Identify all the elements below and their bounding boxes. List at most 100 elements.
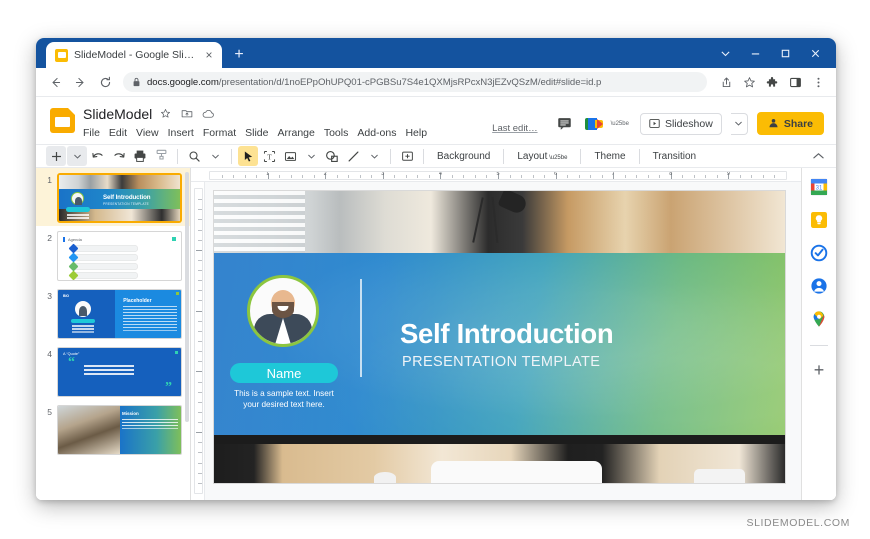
filmstrip-slide-2[interactable]: 2 Agenda bbox=[36, 226, 190, 284]
forward-icon[interactable] bbox=[69, 71, 91, 93]
cloud-saved-icon[interactable] bbox=[202, 109, 215, 119]
comment-icon[interactable] bbox=[555, 114, 575, 134]
extensions-icon[interactable] bbox=[762, 72, 782, 92]
line-caret-icon[interactable] bbox=[364, 146, 384, 166]
minimize-icon[interactable] bbox=[740, 40, 770, 66]
page-title[interactable]: SlideModel bbox=[83, 106, 152, 122]
filmstrip-slide-4[interactable]: 4 A “Quote” “ ” bbox=[36, 342, 190, 400]
browser-toolbar: docs.google.com/presentation/d/1noEPpOhU… bbox=[36, 68, 836, 97]
line-icon[interactable] bbox=[343, 146, 363, 166]
thumb-agenda-row bbox=[74, 263, 138, 270]
more-menu-icon[interactable] bbox=[808, 72, 828, 92]
maps-icon[interactable] bbox=[810, 310, 828, 328]
print-icon[interactable] bbox=[130, 146, 150, 166]
slide-body-text[interactable]: This is a sample text. Insert your desir… bbox=[228, 389, 340, 410]
insert-image-caret-icon[interactable] bbox=[301, 146, 321, 166]
meet-button[interactable]: \u25be bbox=[584, 113, 631, 135]
slideshow-options-caret-icon[interactable] bbox=[731, 113, 748, 135]
filmstrip-slide-1[interactable]: 1 Self Introduction PRESENTATION TEMPLAT… bbox=[36, 168, 190, 226]
ruler-minor-tick bbox=[198, 209, 202, 210]
menu-format[interactable]: Format bbox=[203, 127, 236, 139]
share-button[interactable]: Share bbox=[757, 112, 824, 135]
menu-add-ons[interactable]: Add-ons bbox=[357, 127, 396, 139]
menu-tools[interactable]: Tools bbox=[324, 127, 349, 139]
slides-toolbar: T bbox=[36, 144, 836, 168]
tasks-icon[interactable] bbox=[810, 244, 828, 262]
ruler-minor-tick bbox=[198, 483, 202, 484]
collapse-toolbar-icon[interactable] bbox=[813, 152, 826, 160]
maximize-icon[interactable] bbox=[770, 40, 800, 66]
close-icon[interactable]: × bbox=[202, 48, 216, 62]
horizontal-ruler[interactable]: 123456789 bbox=[191, 168, 801, 182]
redo-icon[interactable] bbox=[109, 146, 129, 166]
side-panel-icon[interactable] bbox=[785, 72, 805, 92]
menu-edit[interactable]: Edit bbox=[109, 127, 127, 139]
ruler-minor-tick bbox=[222, 175, 223, 178]
chevron-down-icon[interactable]: \u25be bbox=[609, 121, 631, 127]
share-icon[interactable] bbox=[716, 72, 736, 92]
filmstrip-slide-3[interactable]: 3 BIO Placeholder bbox=[36, 284, 190, 342]
calendar-icon[interactable]: 31 bbox=[810, 178, 828, 196]
slide-number: 3 bbox=[40, 289, 52, 301]
menu-file[interactable]: File bbox=[83, 127, 100, 139]
last-edit-label[interactable]: Last edit… bbox=[492, 123, 537, 134]
text-box-icon[interactable]: T bbox=[259, 146, 279, 166]
keep-icon[interactable] bbox=[810, 211, 828, 229]
undo-icon[interactable] bbox=[88, 146, 108, 166]
slide-thumbnail[interactable]: BIO Placeholder bbox=[57, 289, 182, 339]
active-slide[interactable]: Name This is a sample text. Insert your … bbox=[213, 190, 786, 484]
paint-format-icon[interactable] bbox=[151, 146, 171, 166]
star-icon[interactable] bbox=[160, 108, 173, 119]
slide-title[interactable]: Self Introduction bbox=[400, 318, 613, 350]
thumb-corner-square bbox=[172, 237, 176, 241]
browser-tab[interactable]: SlideModel - Google Slides × bbox=[46, 42, 222, 68]
menu-arrange[interactable]: Arrange bbox=[277, 127, 314, 139]
tab-title: SlideModel - Google Slides bbox=[74, 49, 196, 61]
menu-view[interactable]: View bbox=[136, 127, 159, 139]
insert-image-icon[interactable] bbox=[280, 146, 300, 166]
address-bar[interactable]: docs.google.com/presentation/d/1noEPpOhU… bbox=[123, 72, 707, 92]
contacts-icon[interactable] bbox=[810, 277, 828, 295]
new-slide-button[interactable] bbox=[46, 146, 66, 166]
reload-icon[interactable] bbox=[94, 71, 116, 93]
desk-lamp-arm bbox=[472, 197, 484, 242]
filmstrip-scrollbar[interactable] bbox=[185, 172, 189, 422]
slide-thumbnail[interactable]: A “Quote” “ ” bbox=[57, 347, 182, 397]
background-button[interactable]: Background bbox=[430, 151, 497, 162]
new-slide-caret-icon[interactable] bbox=[67, 146, 87, 166]
add-comment-icon[interactable] bbox=[397, 146, 417, 166]
slide-subtitle[interactable]: PRESENTATION TEMPLATE bbox=[402, 354, 600, 370]
slide-filmstrip[interactable]: 1 Self Introduction PRESENTATION TEMPLAT… bbox=[36, 168, 191, 500]
toolbar-divider bbox=[639, 149, 640, 164]
cursor-select-icon[interactable] bbox=[238, 146, 258, 166]
name-pill[interactable]: Name bbox=[230, 363, 338, 383]
desk-surface bbox=[214, 435, 785, 444]
new-tab-button[interactable]: + bbox=[231, 47, 247, 63]
zoom-caret-icon[interactable] bbox=[205, 146, 225, 166]
slide-thumbnail[interactable]: Mission bbox=[57, 405, 182, 455]
slide-thumbnail[interactable]: Agenda bbox=[57, 231, 182, 281]
vertical-ruler[interactable] bbox=[191, 182, 205, 500]
thumb-agenda-row bbox=[74, 254, 138, 261]
bookmark-star-icon[interactable] bbox=[739, 72, 759, 92]
title-row: SlideModel bbox=[83, 104, 427, 123]
theme-button[interactable]: Theme bbox=[587, 151, 632, 162]
back-icon[interactable] bbox=[44, 71, 66, 93]
filmstrip-slide-5[interactable]: 5 Mission bbox=[36, 400, 190, 458]
menu-help[interactable]: Help bbox=[405, 127, 427, 139]
slideshow-button[interactable]: Slideshow bbox=[640, 113, 722, 135]
close-window-icon[interactable] bbox=[800, 40, 830, 66]
tab-search-chevron-down-icon[interactable] bbox=[710, 40, 740, 66]
zoom-icon[interactable] bbox=[184, 146, 204, 166]
transition-button[interactable]: Transition bbox=[646, 151, 704, 162]
menu-insert[interactable]: Insert bbox=[168, 127, 194, 139]
shape-icon[interactable] bbox=[322, 146, 342, 166]
ruler-minor-tick bbox=[256, 175, 257, 178]
move-to-folder-icon[interactable] bbox=[181, 108, 194, 119]
add-app-button[interactable]: + bbox=[814, 361, 825, 379]
menu-slide[interactable]: Slide bbox=[245, 127, 268, 139]
app-header: SlideModel File Edit bbox=[36, 97, 836, 144]
layout-button[interactable]: Layout \u25be bbox=[510, 151, 574, 162]
slide-number: 1 bbox=[40, 173, 52, 185]
slide-thumbnail[interactable]: Self Introduction PRESENTATION TEMPLATE bbox=[57, 173, 182, 223]
